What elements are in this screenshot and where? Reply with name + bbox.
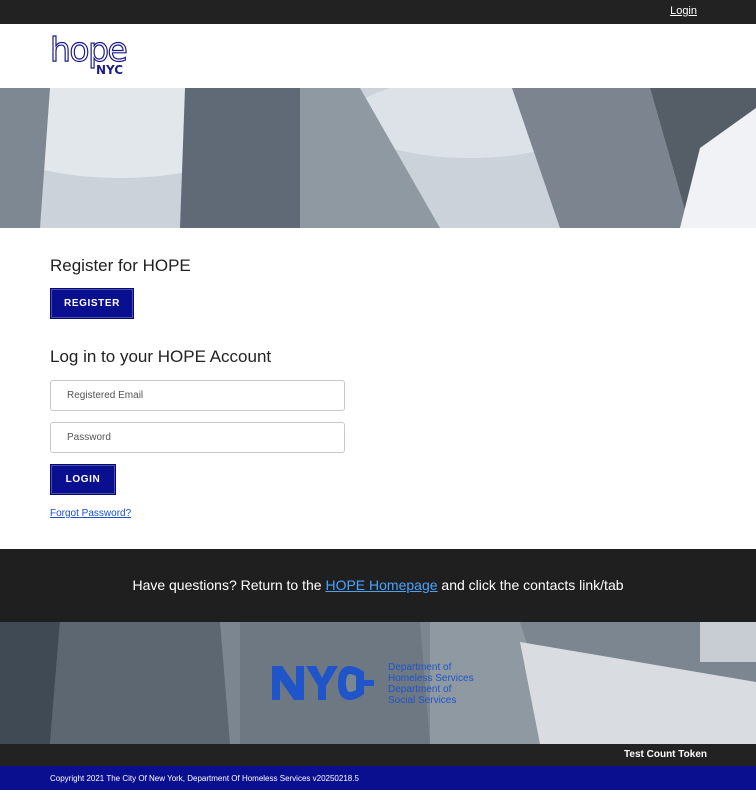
token-bar: Test Count Token: [0, 744, 756, 766]
login-button[interactable]: LOGIN: [50, 464, 116, 495]
questions-text-after: and click the contacts link/tab: [441, 577, 624, 593]
footer-image: Department of Homeless Services Departme…: [0, 622, 756, 744]
login-link[interactable]: Login: [670, 5, 697, 17]
hope-nyc-logo[interactable]: hope NYC: [49, 29, 130, 80]
register-button[interactable]: REGISTER: [50, 288, 134, 319]
dhs-text: Department of Homeless Services Departme…: [388, 662, 474, 706]
hero-image: [0, 88, 756, 228]
main-content: Register for HOPE REGISTER Log in to you…: [0, 228, 756, 549]
logo-sub: NYC: [96, 63, 124, 77]
test-count-token: Test Count Token: [624, 749, 707, 760]
questions-text-before: Have questions? Return to the: [132, 577, 322, 593]
register-heading: Register for HOPE: [50, 256, 191, 275]
copyright-bar: Copyright 2021 The City Of New York, Dep…: [0, 766, 756, 790]
login-heading: Log in to your HOPE Account: [50, 347, 272, 366]
email-field[interactable]: [50, 380, 345, 411]
top-bar: Login: [0, 0, 756, 24]
skyline-illustration: [0, 88, 756, 228]
questions-banner: Have questions? Return to the HOPE Homep…: [0, 549, 756, 622]
copyright-text: Copyright 2021 The City Of New York, Dep…: [50, 774, 359, 783]
forgot-password-link[interactable]: Forgot Password?: [50, 508, 131, 519]
hope-homepage-link[interactable]: HOPE Homepage: [325, 577, 437, 593]
nyc-logo-icon: [272, 666, 374, 700]
header: hope NYC: [0, 24, 756, 88]
password-field[interactable]: [50, 422, 345, 453]
